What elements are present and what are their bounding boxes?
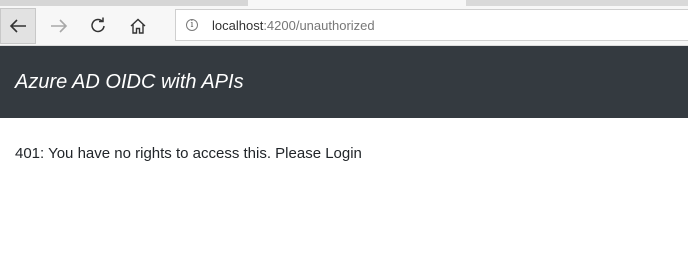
arrow-left-icon (9, 19, 26, 33)
forward-button[interactable] (41, 8, 77, 44)
address-bar[interactable]: i localhost:4200/unauthorized (175, 9, 688, 41)
url-path: :4200/unauthorized (263, 17, 375, 33)
browser-toolbar: i localhost:4200/unauthorized (0, 6, 688, 46)
unauthorized-message: 401: You have no rights to access this. … (15, 145, 362, 162)
back-button[interactable] (0, 8, 36, 44)
home-button[interactable] (120, 8, 156, 44)
url-host: localhost (212, 17, 264, 33)
navbar-brand[interactable]: Azure AD OIDC with APIs (15, 71, 244, 94)
app-navbar: Azure AD OIDC with APIs (0, 46, 688, 118)
home-icon (130, 18, 146, 34)
arrow-right-icon (51, 19, 68, 33)
info-icon[interactable]: i (186, 19, 198, 31)
refresh-icon (91, 17, 105, 33)
refresh-button[interactable] (80, 8, 116, 44)
url-text[interactable]: localhost:4200/unauthorized (212, 18, 375, 33)
